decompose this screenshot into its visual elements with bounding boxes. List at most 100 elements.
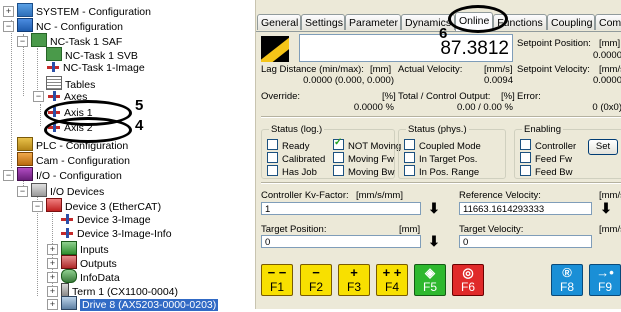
start-icon: ◈ bbox=[425, 265, 435, 280]
tree-item-infodata[interactable]: + InfoData bbox=[47, 269, 120, 284]
checkbox-box[interactable] bbox=[267, 139, 278, 150]
inputs-icon bbox=[61, 241, 77, 255]
expand-toggle[interactable]: + bbox=[47, 272, 58, 283]
lag-distance-unit: [mm] bbox=[370, 64, 392, 75]
apply-kv-button-arrow-icon[interactable]: ⬇ bbox=[426, 200, 442, 216]
solution-tree: + SYSTEM - Configuration − NC - Configurat… bbox=[0, 0, 248, 311]
f1-fast-backward-button[interactable]: − − F1 bbox=[261, 264, 293, 296]
in-target-pos-checkbox[interactable]: In Target Pos. bbox=[404, 152, 477, 166]
f2-backward-button[interactable]: − F2 bbox=[300, 264, 332, 296]
reset-icon: ® bbox=[562, 265, 572, 280]
collapse-toggle[interactable]: − bbox=[17, 186, 28, 197]
collapse-toggle[interactable]: − bbox=[33, 91, 44, 102]
total-control-output-value: 0.00 / 0.00 % bbox=[457, 102, 513, 113]
tab-coupling[interactable]: Coupling bbox=[547, 14, 595, 30]
in-pos-range-checkbox[interactable]: In Pos. Range bbox=[404, 165, 479, 179]
apply-target-position-arrow-icon[interactable]: ⬇ bbox=[426, 233, 442, 249]
enabling-group: Enabling Controller Feed Fw Feed Bw Set bbox=[514, 124, 621, 179]
checkbox-box[interactable] bbox=[520, 165, 531, 176]
tree-item-nc-task-svb[interactable]: NC-Task 1 SVB bbox=[46, 47, 138, 62]
setpoint-position-unit: [mm] bbox=[599, 38, 621, 49]
f5-start-button[interactable]: ◈ F5 bbox=[414, 264, 446, 296]
tab-general[interactable]: General bbox=[257, 14, 301, 30]
tab-compensation[interactable]: Compensation bbox=[595, 14, 621, 30]
checkbox-box[interactable] bbox=[267, 165, 278, 176]
separator bbox=[261, 116, 621, 118]
override-label: Override: bbox=[261, 91, 301, 102]
has-job-checkbox[interactable]: Has Job bbox=[267, 165, 317, 179]
f4-fast-forward-button[interactable]: + + F4 bbox=[376, 264, 408, 296]
controller-checkbox[interactable]: Controller bbox=[520, 139, 576, 153]
tree-item-nc-configuration[interactable]: − NC - Configuration bbox=[3, 18, 123, 33]
expand-toggle[interactable]: + bbox=[47, 244, 58, 255]
tree-item-io-configuration[interactable]: − I/O - Configuration bbox=[3, 167, 122, 182]
checkbox-box[interactable] bbox=[404, 139, 415, 150]
outputs-icon bbox=[61, 255, 77, 269]
checkbox-box-checked[interactable] bbox=[333, 137, 344, 150]
checkbox-box[interactable] bbox=[333, 165, 344, 176]
tree-item-cam-configuration[interactable]: Cam - Configuration bbox=[17, 152, 130, 167]
tree-item-drive-8[interactable]: + Drive 8 (AX5203-0000-0203) bbox=[47, 296, 219, 311]
tree-item-nc-task-image[interactable]: NC-Task 1-Image bbox=[46, 61, 145, 75]
f6-stop-button[interactable]: ◎ F6 bbox=[452, 264, 484, 296]
moving-fw-checkbox[interactable]: Moving Fw bbox=[333, 152, 394, 166]
actual-position-display: 87.3812 bbox=[299, 34, 513, 62]
checkbox-box[interactable] bbox=[520, 139, 531, 150]
apply-reference-velocity-arrow-icon[interactable]: ⬇ bbox=[598, 200, 614, 216]
tree-item-outputs[interactable]: + Outputs bbox=[47, 255, 117, 270]
f3-forward-button[interactable]: + F3 bbox=[338, 264, 370, 296]
reference-velocity-field[interactable]: 11663.1614293333 bbox=[459, 202, 592, 215]
expand-toggle[interactable]: + bbox=[3, 6, 14, 17]
controller-kv-field[interactable]: 1 bbox=[261, 202, 421, 215]
checkbox-box[interactable] bbox=[404, 165, 415, 176]
f8-reset-button[interactable]: ® F8 bbox=[551, 264, 583, 296]
f9-home-button[interactable]: →• F9 bbox=[589, 264, 621, 296]
checkbox-box[interactable] bbox=[404, 152, 415, 163]
checkbox-box[interactable] bbox=[267, 152, 278, 163]
tab-parameter[interactable]: Parameter bbox=[345, 14, 401, 30]
home-icon: →• bbox=[596, 265, 614, 280]
io-devices-icon bbox=[31, 183, 47, 197]
beckhoff-logo-icon bbox=[261, 36, 289, 62]
callout-number: 5 bbox=[135, 97, 144, 114]
plus-icon: + bbox=[350, 265, 358, 280]
not-moving-checkbox[interactable]: NOT Moving bbox=[333, 137, 401, 153]
tree-item-nc-task-saf[interactable]: − NC-Task 1 SAF bbox=[17, 33, 122, 48]
target-position-field[interactable]: 0 bbox=[261, 235, 421, 248]
lag-distance-value: 0.0000 (0.000, 0.000) bbox=[303, 75, 394, 86]
reference-velocity-label: Reference Velocity: bbox=[459, 190, 541, 201]
target-velocity-label: Target Velocity: bbox=[459, 224, 524, 235]
setpoint-velocity-value: 0.0000 bbox=[592, 75, 621, 86]
collapse-toggle[interactable]: − bbox=[32, 201, 43, 212]
enabling-title: Enabling bbox=[522, 124, 563, 135]
tab-settings[interactable]: Settings bbox=[301, 14, 345, 30]
tree-item-device-3-image[interactable]: Device 3-Image bbox=[60, 213, 151, 227]
moving-bw-checkbox[interactable]: Moving Bw bbox=[333, 165, 394, 179]
expand-toggle[interactable]: + bbox=[47, 258, 58, 269]
error-label: Error: bbox=[517, 91, 541, 102]
target-position-label: Target Position: bbox=[261, 224, 327, 235]
setpoint-velocity-label: Setpoint Velocity: bbox=[517, 64, 590, 75]
tree-item-tables[interactable]: Tables bbox=[46, 76, 95, 91]
set-button[interactable]: Set bbox=[588, 139, 618, 155]
tree-item-term-1[interactable]: + Term 1 (CX1100-0004) bbox=[47, 283, 178, 298]
calibrated-checkbox[interactable]: Calibrated bbox=[267, 152, 325, 166]
target-velocity-field[interactable]: 0 bbox=[459, 235, 592, 248]
setpoint-velocity-unit: [mm/s] bbox=[599, 64, 621, 75]
fast-plus-icon: + + bbox=[382, 265, 402, 280]
collapse-toggle[interactable]: − bbox=[3, 21, 14, 32]
ready-checkbox[interactable]: Ready bbox=[267, 139, 309, 153]
collapse-toggle[interactable]: − bbox=[3, 170, 14, 181]
coupled-mode-checkbox[interactable]: Coupled Mode bbox=[404, 139, 481, 153]
tree-item-inputs[interactable]: + Inputs bbox=[47, 241, 109, 256]
expand-toggle[interactable]: + bbox=[47, 299, 58, 310]
tree-item-io-devices[interactable]: − I/O Devices bbox=[17, 183, 104, 198]
feed-fw-checkbox[interactable]: Feed Fw bbox=[520, 152, 572, 166]
tree-item-device-3-image-info[interactable]: Device 3-Image-Info bbox=[60, 227, 172, 241]
checkbox-box[interactable] bbox=[333, 152, 344, 163]
checkbox-box[interactable] bbox=[520, 152, 531, 163]
tree-item-system-configuration[interactable]: + SYSTEM - Configuration bbox=[3, 3, 151, 18]
feed-bw-checkbox[interactable]: Feed Bw bbox=[520, 165, 573, 179]
collapse-toggle[interactable]: − bbox=[17, 36, 28, 47]
tree-item-device-3[interactable]: − Device 3 (EtherCAT) bbox=[32, 198, 161, 213]
